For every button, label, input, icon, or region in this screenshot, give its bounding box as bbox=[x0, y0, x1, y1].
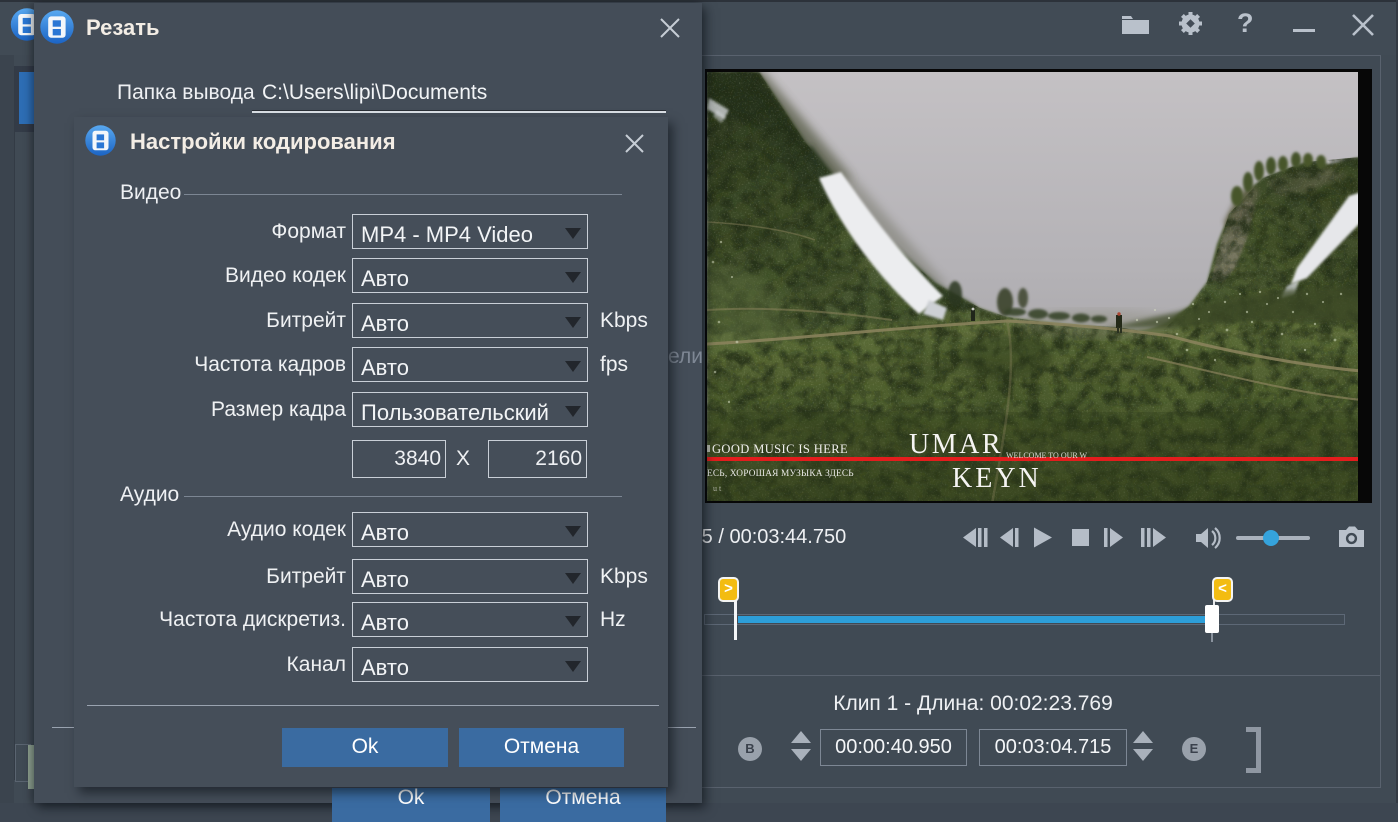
svg-text:GOOD MUSIC IS HERE: GOOD MUSIC IS HERE bbox=[712, 442, 848, 456]
svg-text:ЕСЬ, ХОРОШАЯ МУЗЫКА ЗДЕСЬ: ЕСЬ, ХОРОШАЯ МУЗЫКА ЗДЕСЬ bbox=[707, 469, 854, 479]
svg-text:u t: u t bbox=[713, 484, 722, 493]
svg-text:UMAR: UMAR bbox=[909, 429, 1003, 460]
svg-text:WELCOME TO OUR W: WELCOME TO OUR W bbox=[1006, 451, 1088, 460]
svg-text:KEYN: KEYN bbox=[952, 463, 1042, 494]
